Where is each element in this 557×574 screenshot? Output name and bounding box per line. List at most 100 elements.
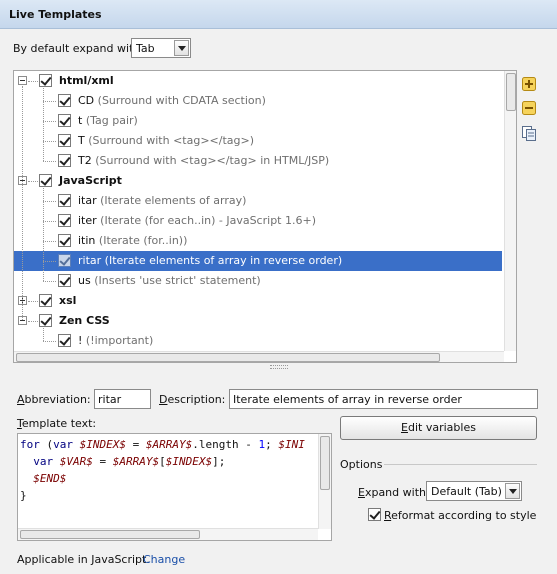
expand-default-select[interactable]: Tab — [131, 38, 191, 58]
tree-item-row[interactable]: itar (Iterate elements of array) — [14, 191, 502, 211]
expand-default-value: Tab — [136, 42, 155, 55]
group-name: JavaScript — [59, 174, 122, 187]
tree-item-row[interactable]: T (Surround with <tag></tag>) — [14, 131, 502, 151]
template-abbreviation: T2 — [78, 154, 92, 167]
group-name: Zen CSS — [59, 314, 110, 327]
scrollbar-thumb[interactable] — [20, 530, 200, 539]
expand-with-label: Expand with — [358, 486, 426, 499]
add-template-button[interactable] — [521, 76, 537, 92]
code-line-4: } — [20, 489, 27, 502]
group-enabled-checkbox[interactable] — [39, 314, 52, 327]
template-enabled-checkbox[interactable] — [58, 334, 71, 347]
template-abbreviation: T — [78, 134, 85, 147]
remove-template-button[interactable] — [521, 100, 537, 116]
template-abbreviation: iter — [78, 214, 97, 227]
template-enabled-checkbox[interactable] — [58, 254, 71, 267]
template-text-label: Template text: — [17, 417, 97, 430]
abbreviation-label: Abbreviation: — [17, 393, 91, 406]
tree-branch-connector — [43, 188, 44, 281]
change-context-link[interactable]: Change — [143, 553, 185, 566]
description-label: Description: — [159, 393, 226, 406]
tree-item-row[interactable]: itin (Iterate (for..in)) — [14, 231, 502, 251]
options-divider — [384, 464, 537, 465]
applicable-text: Applicable in JavaScript. — [17, 553, 150, 566]
group-name: xsl — [59, 294, 77, 307]
template-enabled-checkbox[interactable] — [58, 274, 71, 287]
template-abbreviation: ritar — [78, 254, 102, 267]
expand-with-label-text: xpand with — [364, 486, 426, 499]
copy-template-button[interactable] — [521, 125, 537, 141]
chevron-down-icon[interactable] — [505, 483, 520, 499]
abbreviation-field[interactable]: ritar — [94, 389, 151, 409]
tree-item-row[interactable]: CD (Surround with CDATA section) — [14, 91, 502, 111]
template-enabled-checkbox[interactable] — [58, 134, 71, 147]
collapse-icon[interactable] — [18, 76, 27, 85]
template-enabled-checkbox[interactable] — [58, 154, 71, 167]
scrollbar-thumb[interactable] — [506, 73, 516, 111]
panel-header: Live Templates — [0, 0, 557, 29]
tree-group-row[interactable]: Zen CSS — [14, 311, 502, 331]
tree-group-row[interactable]: xsl — [14, 291, 502, 311]
panel-title: Live Templates — [9, 8, 102, 21]
scrollbar-thumb[interactable] — [16, 353, 440, 362]
expand-with-select[interactable]: Default (Tab) — [426, 481, 522, 501]
tree-item-row[interactable]: us (Inserts 'use strict' statement) — [14, 271, 502, 291]
reformat-checkbox[interactable] — [368, 508, 381, 521]
template-description: (Iterate elements of array in reverse or… — [104, 254, 343, 267]
tree-connector — [43, 101, 56, 102]
tree-vertical-scrollbar[interactable] — [504, 71, 516, 351]
splitter-grip[interactable] — [270, 365, 288, 369]
scrollbar-thumb[interactable] — [320, 436, 330, 490]
tree-item-row[interactable]: ritar (Iterate elements of array in reve… — [14, 251, 502, 271]
tree-item-row[interactable]: T2 (Surround with <tag></tag> in HTML/JS… — [14, 151, 502, 171]
chevron-down-icon[interactable] — [174, 40, 189, 56]
template-enabled-checkbox[interactable] — [58, 194, 71, 207]
template-label: us (Inserts 'use strict' statement) — [78, 274, 261, 287]
group-enabled-checkbox[interactable] — [39, 74, 52, 87]
description-field[interactable]: Iterate elements of array in reverse ord… — [229, 389, 538, 409]
template-text-label-text: emplate text: — [21, 417, 97, 430]
template-description: (Iterate elements of array) — [100, 194, 247, 207]
template-enabled-checkbox[interactable] — [58, 114, 71, 127]
template-text-editor[interactable]: for (var $INDEX$ = $ARRAY$.length - 1; $… — [17, 433, 332, 541]
editor-vertical-scrollbar[interactable] — [318, 434, 331, 529]
expand-default-label: By default expand with — [13, 42, 141, 55]
templates-tree[interactable]: html/xml CD (Surround with CDATA section)… — [13, 70, 517, 363]
tree-group-row[interactable]: html/xml — [14, 71, 502, 91]
template-description: (Iterate (for..in)) — [98, 234, 188, 247]
template-enabled-checkbox[interactable] — [58, 94, 71, 107]
tree-connector — [43, 141, 56, 142]
tree-connector — [28, 321, 38, 322]
template-label: T2 (Surround with <tag></tag> in HTML/JS… — [78, 154, 329, 167]
template-label: CD (Surround with CDATA section) — [78, 94, 266, 107]
template-description: (Iterate (for each..in) - JavaScript 1.6… — [100, 214, 316, 227]
tree-branch-connector — [43, 88, 44, 161]
template-description: (Surround with <tag></tag>) — [88, 134, 255, 147]
options-title: Options — [340, 458, 383, 471]
tree-horizontal-scrollbar[interactable] — [14, 351, 504, 362]
tree-root-connector — [22, 86, 23, 320]
template-label: t (Tag pair) — [78, 114, 138, 127]
template-enabled-checkbox[interactable] — [58, 234, 71, 247]
tree-connector — [43, 281, 56, 282]
group-enabled-checkbox[interactable] — [39, 294, 52, 307]
description-value: Iterate elements of array in reverse ord… — [233, 393, 462, 406]
template-enabled-checkbox[interactable] — [58, 214, 71, 227]
description-label-text: escription: — [167, 393, 226, 406]
expand-with-value: Default (Tab) — [431, 485, 502, 498]
abbreviation-value: ritar — [98, 393, 122, 406]
add-icon — [522, 77, 536, 91]
tree-connector — [43, 121, 56, 122]
tree-item-row[interactable]: t (Tag pair) — [14, 111, 502, 131]
group-enabled-checkbox[interactable] — [39, 174, 52, 187]
editor-horizontal-scrollbar[interactable] — [18, 528, 318, 540]
tree-group-row[interactable]: JavaScript — [14, 171, 502, 191]
tree-item-row[interactable]: ! (!important) — [14, 331, 502, 351]
reformat-label-text: eformat according to style — [391, 509, 537, 522]
template-label: ! (!important) — [78, 334, 153, 347]
code-line-3: $END$ — [33, 472, 67, 485]
template-description: (Surround with <tag></tag> in HTML/JSP) — [95, 154, 330, 167]
edit-variables-button[interactable]: Edit variables — [340, 416, 537, 440]
tree-connector — [28, 81, 38, 82]
tree-item-row[interactable]: iter (Iterate (for each..in) - JavaScrip… — [14, 211, 502, 231]
